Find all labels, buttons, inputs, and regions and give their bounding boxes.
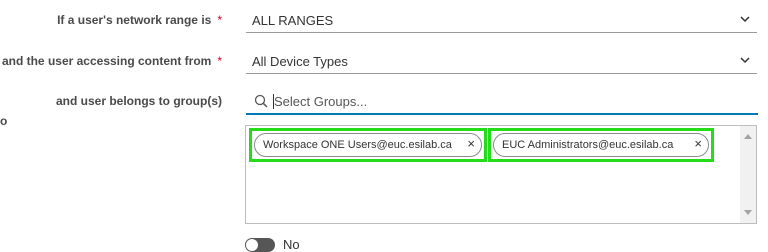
group-chip-highlight: EUC Administrators@euc.esilab.ca × xyxy=(488,128,714,162)
network-range-value: ALL RANGES xyxy=(252,13,334,28)
scroll-up-icon[interactable] xyxy=(744,134,752,139)
selected-groups-list[interactable]: Workspace ONE Users@euc.esilab.ca × EUC … xyxy=(245,125,757,224)
group-chip-label: EUC Administrators@euc.esilab.ca xyxy=(502,139,674,151)
close-icon[interactable]: × xyxy=(694,137,702,150)
device-type-value: All Device Types xyxy=(252,54,348,69)
network-range-select[interactable]: ALL RANGES xyxy=(246,9,757,33)
toggle-label: No xyxy=(283,237,300,252)
chevron-down-icon xyxy=(740,57,750,64)
cut-off-label: o xyxy=(0,114,8,128)
list-scrollbar[interactable] xyxy=(740,126,756,223)
chevron-down-icon xyxy=(740,16,750,23)
group-chip[interactable]: EUC Administrators@euc.esilab.ca × xyxy=(493,133,709,157)
network-range-label: If a user's network range is * xyxy=(57,13,222,27)
group-chip-label: Workspace ONE Users@euc.esilab.ca xyxy=(263,139,452,151)
required-marker: * xyxy=(217,54,222,68)
group-search-input[interactable] xyxy=(274,91,734,111)
group-chip-highlight: Workspace ONE Users@euc.esilab.ca × xyxy=(249,128,487,162)
toggle-switch[interactable] xyxy=(245,238,275,252)
groups-label: and user belongs to group(s) xyxy=(55,94,222,108)
toggle-knob xyxy=(246,239,258,251)
search-icon xyxy=(254,94,268,108)
required-marker: * xyxy=(217,13,222,27)
close-icon[interactable]: × xyxy=(467,137,475,150)
group-search-field[interactable] xyxy=(246,89,758,115)
device-type-label: and the user accessing content from * xyxy=(1,54,222,68)
group-chip[interactable]: Workspace ONE Users@euc.esilab.ca × xyxy=(254,133,482,157)
device-type-select[interactable]: All Device Types xyxy=(246,50,757,74)
scroll-down-icon[interactable] xyxy=(744,210,752,215)
